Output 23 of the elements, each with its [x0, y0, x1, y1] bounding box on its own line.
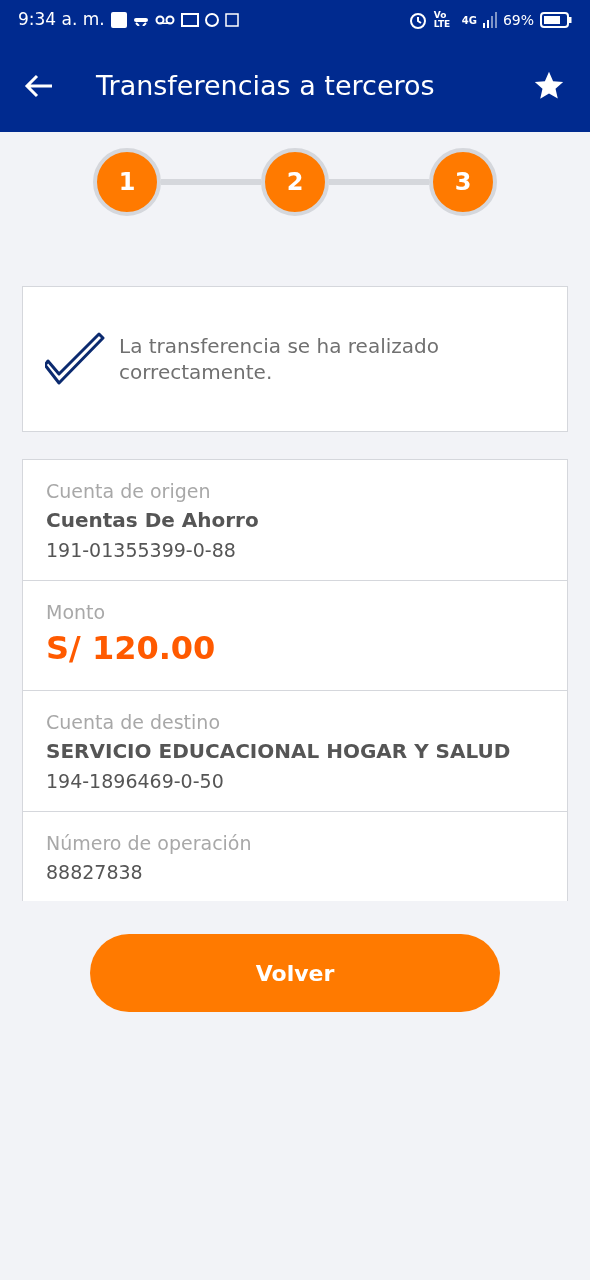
account-name: Cuentas De Ahorro: [46, 507, 260, 534]
signal-icon: [482, 12, 497, 28]
voicemail-icon: [154, 15, 175, 25]
operation-number: 88827838: [46, 860, 144, 885]
checkmark-icon: [45, 331, 105, 387]
battery-icon: [540, 12, 572, 28]
account-number: 194-1896469-0-50: [46, 769, 225, 794]
volte-indicator: Vo LTE: [433, 11, 452, 29]
alarm-icon: [407, 10, 428, 30]
field-label: Número de operación: [46, 831, 253, 856]
back-button[interactable]: Volver: [90, 934, 500, 1012]
success-message: La transferencia se ha realizado correctamente.: [119, 333, 440, 385]
account-name: SERVICIO EDUCACIONAL HOGAR Y SALUD: [46, 738, 512, 765]
amount-value: S/ 120.00: [46, 628, 217, 669]
screen-title: Transferencias a terceros: [96, 68, 436, 103]
field-label: Cuenta de destino: [46, 710, 221, 735]
status-time: 9:34 a. m.: [18, 8, 105, 32]
network-type: 4G: [461, 13, 477, 28]
battery-percent: 69%: [502, 10, 534, 30]
field-label: Cuenta de origen: [46, 479, 212, 504]
field-label: Monto: [46, 600, 107, 625]
account-number: 191-01355399-0-88: [46, 538, 237, 563]
back-arrow-icon[interactable]: [24, 74, 54, 98]
